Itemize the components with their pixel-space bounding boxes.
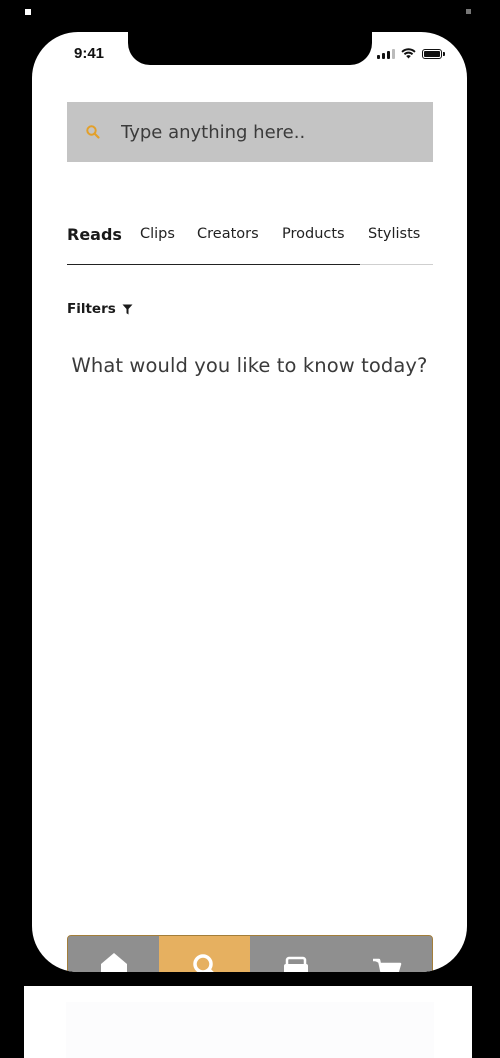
nav-item-home[interactable] (68, 936, 159, 972)
tab-clips[interactable]: Clips (140, 226, 175, 242)
tab-reads[interactable]: Reads (67, 225, 122, 244)
battery-icon (422, 49, 442, 59)
bottom-nav (67, 935, 433, 972)
empty-state-prompt: What would you like to know today? (71, 354, 428, 377)
status-time: 9:41 (74, 45, 105, 62)
nav-item-cart[interactable] (341, 936, 432, 972)
corner-marker (466, 9, 471, 14)
cart-icon (372, 958, 401, 972)
nav-item-wardrobe[interactable] (250, 936, 341, 972)
tab-creators[interactable]: Creators (197, 226, 259, 242)
corner-marker (25, 9, 31, 15)
sofa-icon (283, 956, 308, 972)
tab-products[interactable]: Products (282, 226, 345, 242)
tab-bar: Reads Clips Creators Products Stylists (67, 220, 433, 265)
phone-notch (128, 32, 372, 65)
filters-button[interactable]: Filters (67, 301, 133, 317)
nav-item-search[interactable] (159, 936, 250, 972)
active-tab-indicator (67, 263, 360, 265)
phone-screen: 9:41 Reads Clips Cre (32, 32, 467, 972)
filter-icon (122, 304, 133, 315)
search-bar[interactable] (67, 102, 433, 162)
page: 9:41 Reads Clips Cre (0, 0, 500, 1058)
home-icon (100, 953, 127, 972)
phone-bottom-shade (66, 1002, 434, 1058)
tab-stylists[interactable]: Stylists (368, 226, 420, 242)
search-input[interactable] (119, 120, 403, 144)
wifi-icon (401, 48, 416, 59)
signal-icon (377, 49, 395, 59)
search-icon (86, 125, 100, 139)
filters-label: Filters (67, 301, 116, 317)
status-icons (377, 48, 445, 59)
search-icon (192, 954, 214, 972)
